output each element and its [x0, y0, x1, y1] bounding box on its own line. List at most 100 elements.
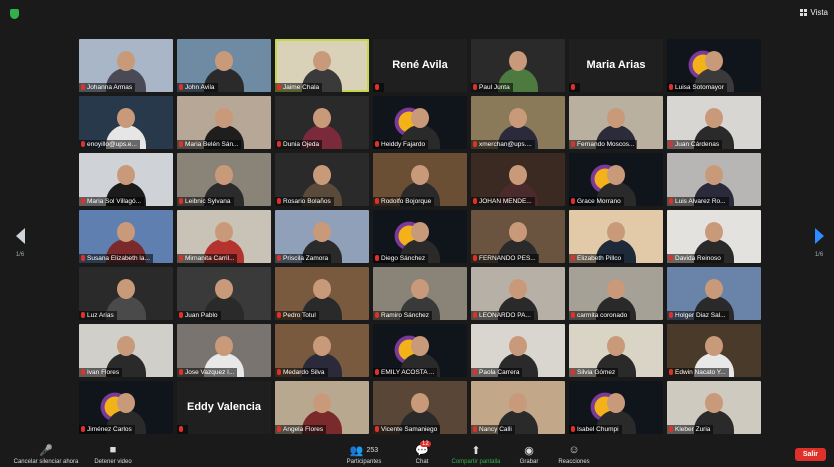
participant-head [509, 222, 527, 242]
participant-tile[interactable]: Medardo Silva [275, 324, 369, 377]
reactions-button[interactable]: ☺ Reacciones [554, 443, 594, 465]
participant-tile[interactable]: Rosario Bolaños [275, 153, 369, 206]
participant-tile[interactable]: Vicente Samaniego [373, 381, 467, 434]
participant-tile[interactable]: Luisa Sotomayor [667, 39, 761, 92]
chat-label: Chat [415, 459, 429, 465]
participant-name: Holger Diaz Sal... [675, 312, 726, 319]
participant-tile[interactable]: Paul Junta [471, 39, 565, 92]
participant-tile[interactable]: Dunia Ojeda [275, 96, 369, 149]
muted-mic-icon [669, 141, 673, 147]
participants-button[interactable]: 👥 253 Participantes [338, 443, 390, 466]
muted-mic-icon [571, 198, 575, 204]
participant-tile[interactable]: Elizabeth Pillco [569, 210, 663, 263]
participant-tile[interactable]: Maria Arias [569, 39, 663, 92]
participant-tile[interactable]: Jiménez Carlos [79, 381, 173, 434]
participant-tile[interactable]: John Avila [177, 39, 271, 92]
participant-tile[interactable]: Jose Vazquez I... [177, 324, 271, 377]
previous-page-button[interactable]: 1/6 [11, 228, 29, 259]
muted-mic-icon [179, 141, 183, 147]
participant-tile[interactable]: René Avila [373, 39, 467, 92]
stop-video-button[interactable]: ■ Detener video [88, 443, 138, 465]
participant-name: Rosario Bolaños [283, 198, 331, 205]
participant-tile[interactable]: Isabel Chumpi [569, 381, 663, 434]
participant-head [607, 393, 625, 413]
participant-name-label [177, 425, 188, 434]
microphone-muted-icon: 🎤 [39, 444, 53, 457]
participant-tile[interactable]: Paola Carrera [471, 324, 565, 377]
participant-tile[interactable]: Maria Sol Villagó... [79, 153, 173, 206]
participant-tile[interactable]: Nancy Calli [471, 381, 565, 434]
top-bar: Vista [0, 0, 834, 34]
chat-button[interactable]: 💬 12 Chat [410, 441, 434, 465]
participant-display-name: Maria Arias [586, 59, 646, 71]
muted-mic-icon [473, 426, 477, 432]
muted-mic-icon [81, 255, 85, 261]
participant-tile[interactable]: Ramiro Sánchez [373, 267, 467, 320]
view-button[interactable]: Vista [800, 8, 828, 17]
muted-mic-icon [179, 84, 183, 90]
participant-name: Diego Sánchez [381, 255, 426, 262]
participant-tile[interactable]: FERNANDO PES... [471, 210, 565, 263]
participant-name-label: Edwin Nacato Y... [667, 368, 729, 377]
participant-tile[interactable]: Holger Diaz Sal... [667, 267, 761, 320]
participant-tile[interactable]: Angela Flores [275, 381, 369, 434]
participant-tile[interactable]: Priscila Zamora [275, 210, 369, 263]
participant-head [313, 222, 331, 242]
participant-tile[interactable]: JOHAN MENDE... [471, 153, 565, 206]
security-shield-icon[interactable] [10, 9, 19, 19]
participant-tile[interactable]: Silvia Gómez [569, 324, 663, 377]
participant-tile[interactable]: carmita coronado [569, 267, 663, 320]
participant-tile[interactable]: EMILY ACOSTA ... [373, 324, 467, 377]
participant-name: Edwin Nacato Y... [675, 369, 726, 376]
participant-tile[interactable]: enoyillo@ups.e... [79, 96, 173, 149]
participant-tile[interactable]: Eddy Valencia [177, 381, 271, 434]
participant-name-label: EMILY ACOSTA ... [373, 368, 438, 377]
participant-tile[interactable]: Juan Pablo [177, 267, 271, 320]
participant-tile[interactable]: Fernando Moscos... [569, 96, 663, 149]
participant-tile[interactable]: Rodolfo Bojorque [373, 153, 467, 206]
participant-tile[interactable]: Heiddy Fajardo [373, 96, 467, 149]
next-page-button[interactable]: 1/6 [810, 228, 828, 259]
participant-tile[interactable]: Diego Sánchez [373, 210, 467, 263]
muted-mic-icon [669, 312, 673, 318]
record-button[interactable]: ◉ Grabar [516, 443, 542, 466]
participant-tile[interactable]: Ivan Flores [79, 324, 173, 377]
participant-head [607, 279, 625, 299]
muted-mic-icon [375, 141, 379, 147]
participant-tile[interactable]: Mirnanita Carril... [177, 210, 271, 263]
participant-name-label: Ramiro Sánchez [373, 311, 433, 320]
participant-head [117, 336, 135, 356]
participant-tile[interactable]: Kleber Zuria [667, 381, 761, 434]
participant-head [313, 108, 331, 128]
participant-head [117, 222, 135, 242]
participant-name: Jiménez Carlos [87, 426, 132, 433]
share-screen-button[interactable]: ⬆ Compartir pantalla [446, 443, 506, 466]
participant-tile[interactable]: Pedro Totul [275, 267, 369, 320]
participant-tile[interactable]: xmerchan@ups.... [471, 96, 565, 149]
participant-head [705, 336, 723, 356]
unmute-button[interactable]: 🎤 Cancelar silenciar ahora [6, 443, 86, 466]
participant-name: Paola Carrera [479, 369, 520, 376]
participant-name-label: Fernando Moscos... [569, 140, 638, 149]
participant-tile[interactable]: Luz Arias [79, 267, 173, 320]
participant-tile[interactable]: Grace Morrano [569, 153, 663, 206]
participant-name-label: carmita coronado [569, 311, 631, 320]
participant-name-label: Priscila Zamora [275, 254, 332, 263]
participant-tile[interactable]: Leibnic Sylvana [177, 153, 271, 206]
leave-button[interactable]: Salir [794, 448, 826, 461]
participant-tile[interactable]: Johanna Armas [79, 39, 173, 92]
participant-name: Davida Reinoso [675, 255, 721, 262]
participant-name: Isabel Chumpi [577, 426, 619, 433]
participant-tile[interactable]: Davida Reinoso [667, 210, 761, 263]
participant-tile[interactable]: Maria Belén Sán... [177, 96, 271, 149]
participant-tile[interactable]: Edwin Nacato Y... [667, 324, 761, 377]
participant-head [117, 279, 135, 299]
participant-name-label [373, 83, 384, 92]
participant-tile[interactable]: Jaime Chala [275, 39, 369, 92]
participant-tile[interactable]: Susana Elizabeth la... [79, 210, 173, 263]
participant-tile[interactable]: Luis Alvarez Ro... [667, 153, 761, 206]
participant-name-label: Ivan Flores [79, 368, 123, 377]
participant-tile[interactable]: Juan Cárdenas [667, 96, 761, 149]
participant-name: Mirnanita Carril... [185, 255, 235, 262]
participant-tile[interactable]: LEONARDO PA... [471, 267, 565, 320]
